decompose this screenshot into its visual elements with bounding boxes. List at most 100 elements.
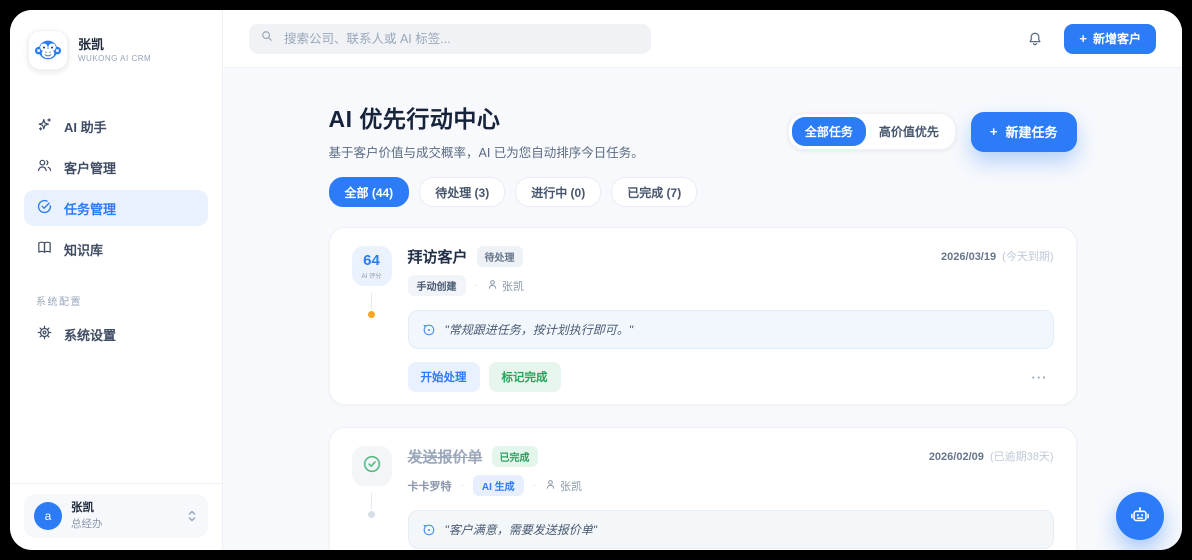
sidebar-item-label: AI 助手 xyxy=(64,117,107,136)
due-date: 2026/02/09 xyxy=(929,451,984,463)
monkey-logo xyxy=(28,30,68,70)
ai-score-value: 64 xyxy=(363,253,380,268)
check-circle-green-icon xyxy=(361,453,383,480)
task-meta: 手动创建 · 张凯 xyxy=(408,275,1054,296)
user-info: 张凯 总经办 xyxy=(71,501,103,531)
timeline-line xyxy=(371,493,372,509)
assignee-name: 张凯 xyxy=(502,278,524,294)
separator: · xyxy=(461,480,464,491)
separator: · xyxy=(475,280,478,291)
mark-complete-button[interactable]: 标记完成 xyxy=(489,362,561,392)
timeline-line xyxy=(371,293,372,309)
task-title: 发送报价单 xyxy=(408,446,483,467)
pending-dot xyxy=(368,311,375,318)
filter-pending[interactable]: 待处理 (3) xyxy=(419,177,505,207)
person-icon xyxy=(487,279,498,293)
sidebar-item-knowledge-base[interactable]: 知识库 xyxy=(24,231,208,267)
note-text: "常规跟进任务，按计划执行即可。" xyxy=(445,321,634,338)
sidebar-item-label: 客户管理 xyxy=(64,158,116,177)
more-options-button[interactable]: ··· xyxy=(1026,369,1054,386)
search-box[interactable] xyxy=(249,24,651,54)
task-meta: 卡卡罗特 · AI 生成 · xyxy=(408,475,1054,496)
sidebar-settings-group: 系统设置 xyxy=(10,316,222,352)
page-title: AI 优先行动中心 xyxy=(329,100,644,134)
robot-icon xyxy=(1129,504,1151,529)
gear-icon xyxy=(36,324,53,344)
filter-done[interactable]: 已完成 (7) xyxy=(611,177,697,207)
page-header: AI 优先行动中心 基于客户价值与成交概率，AI 已为您自动排序今日任务。 全部… xyxy=(329,100,1077,161)
task-card: 发送报价单 已完成 2026/02/09 (已逾期38天) 卡卡罗特 · xyxy=(329,427,1077,550)
task-actions: 开始处理 标记完成 ··· xyxy=(408,362,1054,392)
due-date-block: 2026/03/19 (今天到期) xyxy=(941,246,1053,264)
sidebar-item-label: 系统设置 xyxy=(64,325,116,344)
user-role: 总经办 xyxy=(71,516,103,531)
ai-note: "常规跟进任务，按计划执行即可。" xyxy=(408,310,1054,349)
main-area: + 新增客户 AI 优先行动中心 基于客户价值与成交概率，AI 已为您自动排序今… xyxy=(223,10,1182,550)
users-icon xyxy=(36,157,53,177)
assignee-name: 张凯 xyxy=(560,478,582,494)
filter-in-progress[interactable]: 进行中 (0) xyxy=(515,177,601,207)
filter-all[interactable]: 全部 (44) xyxy=(329,177,410,207)
task-list: 64 AI 评分 拜访客户 待处理 2026/03/19 xyxy=(329,227,1077,550)
task-body: 发送报价单 已完成 2026/02/09 (已逾期38天) 卡卡罗特 · xyxy=(408,446,1054,550)
start-task-button[interactable]: 开始处理 xyxy=(408,362,480,392)
page-header-text: AI 优先行动中心 基于客户价值与成交概率，AI 已为您自动排序今日任务。 xyxy=(329,100,644,161)
completed-badge xyxy=(352,446,392,486)
ai-chat-fab[interactable] xyxy=(1116,492,1164,540)
chevron-up-down-icon xyxy=(186,509,198,523)
status-filters: 全部 (44) 待处理 (3) 进行中 (0) 已完成 (7) xyxy=(329,177,1077,207)
due-date-block: 2026/02/09 (已逾期38天) xyxy=(929,446,1054,464)
sidebar-item-ai-assistant[interactable]: AI 助手 xyxy=(24,108,208,144)
status-badge: 已完成 xyxy=(492,446,538,467)
task-card: 64 AI 评分 拜访客户 待处理 2026/03/19 xyxy=(329,227,1077,405)
toggle-all-tasks[interactable]: 全部任务 xyxy=(792,117,866,146)
new-task-button[interactable]: + 新建任务 xyxy=(971,112,1077,152)
brand-text: 张凯 WUKONG AI CRM xyxy=(78,37,151,64)
sidebar-item-label: 任务管理 xyxy=(64,199,116,218)
task-body: 拜访客户 待处理 2026/03/19 (今天到期) 手动创建 · xyxy=(408,246,1054,392)
sidebar: 张凯 WUKONG AI CRM AI 助手 xyxy=(10,10,223,550)
magnifier-icon xyxy=(260,29,274,48)
assignee: 张凯 xyxy=(487,278,524,294)
page-subtitle: 基于客户价值与成交概率，AI 已为您自动排序今日任务。 xyxy=(329,142,644,161)
brand-name: 张凯 xyxy=(78,37,151,53)
search-input[interactable] xyxy=(282,31,640,47)
toggle-high-value[interactable]: 高价值优先 xyxy=(866,117,952,146)
separator: · xyxy=(533,480,536,491)
sidebar-item-customers[interactable]: 客户管理 xyxy=(24,149,208,185)
due-note: (已逾期38天) xyxy=(990,451,1054,463)
ai-score-badge: 64 AI 评分 xyxy=(352,246,392,286)
note-text: "客户满意，需要发送报价单" xyxy=(445,521,598,538)
user-menu[interactable]: a 张凯 总经办 xyxy=(24,494,208,538)
sidebar-nav: AI 助手 客户管理 xyxy=(10,82,222,267)
done-dot xyxy=(368,511,375,518)
comment-icon xyxy=(422,523,436,537)
sidebar-item-settings[interactable]: 系统设置 xyxy=(24,316,208,352)
sidebar-item-tasks[interactable]: 任务管理 xyxy=(24,190,208,226)
person-icon xyxy=(545,479,556,493)
comment-icon xyxy=(422,323,436,337)
sidebar-item-label: 知识库 xyxy=(64,240,103,259)
task-rail: 64 AI 评分 xyxy=(352,246,392,392)
company-name: 卡卡罗特 xyxy=(408,478,452,494)
brand-subtitle: WUKONG AI CRM xyxy=(78,54,151,63)
ai-score-label: AI 评分 xyxy=(362,270,382,280)
sidebar-footer: a 张凯 总经办 xyxy=(10,483,222,550)
app-window: 张凯 WUKONG AI CRM AI 助手 xyxy=(10,10,1182,550)
avatar: a xyxy=(34,502,62,530)
plus-icon: + xyxy=(990,125,998,138)
new-task-label: 新建任务 xyxy=(1005,122,1057,141)
bell-icon[interactable] xyxy=(1026,30,1044,48)
source-tag: 手动创建 xyxy=(408,275,466,296)
assignee: 张凯 xyxy=(545,478,582,494)
status-badge: 待处理 xyxy=(477,246,523,267)
user-name: 张凯 xyxy=(71,501,103,516)
due-date: 2026/03/19 xyxy=(941,251,996,263)
add-customer-button[interactable]: + 新增客户 xyxy=(1064,24,1156,54)
top-bar: + 新增客户 xyxy=(223,10,1182,68)
task-rail xyxy=(352,446,392,550)
add-customer-label: 新增客户 xyxy=(1093,30,1141,47)
ai-generated-tag: AI 生成 xyxy=(473,475,524,496)
brand-header: 张凯 WUKONG AI CRM xyxy=(10,10,222,82)
page-header-actions: 全部任务 高价值优先 + 新建任务 xyxy=(788,102,1077,161)
